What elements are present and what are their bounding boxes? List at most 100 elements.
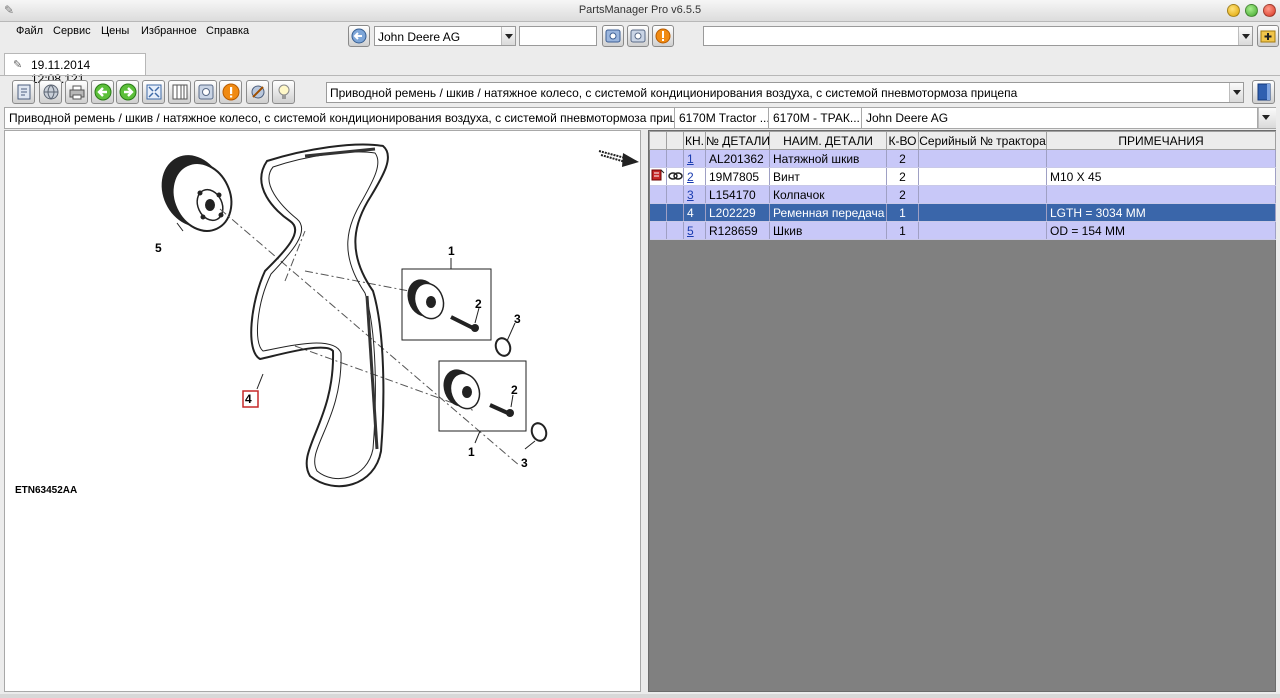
chevron-down-icon[interactable] <box>1238 27 1252 45</box>
breadcrumb-brand[interactable]: John Deere AG <box>862 108 1257 128</box>
callout-5[interactable]: 5 <box>155 241 162 255</box>
callout-2-upper[interactable]: 2 <box>475 297 482 311</box>
chevron-down-icon[interactable] <box>1258 108 1276 128</box>
manufacturer-select[interactable]: John Deere AG <box>374 26 516 46</box>
part-serial <box>918 203 1047 222</box>
callout-3-upper[interactable]: 3 <box>514 312 521 326</box>
minimize-button[interactable] <box>1227 4 1240 17</box>
part-serial <box>918 221 1047 240</box>
breadcrumb-model-ru[interactable]: 6170M - ТРАК... <box>769 108 862 128</box>
kn-link[interactable]: 1 <box>687 152 694 166</box>
maximize-button[interactable] <box>1245 4 1258 17</box>
parts-drawing: 5 1 2 3 4 2 1 3 <box>150 143 639 488</box>
belt-drawing[interactable] <box>250 143 389 488</box>
table-header: КН. № ДЕТАЛИ НАИМ. ДЕТАЛИ К-ВО Серийный … <box>649 131 1276 150</box>
pulley-drawing[interactable] <box>150 145 242 241</box>
col-header-part-name[interactable]: НАИМ. ДЕТАЛИ <box>769 131 887 150</box>
table-row[interactable]: 5 R128659 Шкив 1 OD = 154 MM <box>649 221 1276 240</box>
col-header-qty[interactable]: К-ВО <box>886 131 919 150</box>
search-parts-button[interactable] <box>194 80 217 104</box>
chevron-down-icon[interactable] <box>501 27 515 45</box>
part-number: 19M7805 <box>705 167 770 186</box>
tab-session[interactable]: ✎ 19.11.2014 12:08.121 <box>4 53 146 86</box>
pointer-arrow-icon <box>598 150 639 167</box>
kn-link[interactable]: 4 <box>687 206 694 220</box>
part-name: Ременная передача <box>769 203 887 222</box>
search-input[interactable] <box>519 26 597 46</box>
info-button[interactable] <box>652 25 674 47</box>
book-icon <box>17 84 31 100</box>
callout-3-lower[interactable]: 3 <box>521 456 528 470</box>
parts-table-panel: КН. № ДЕТАЛИ НАИМ. ДЕТАЛИ К-ВО Серийный … <box>648 130 1276 692</box>
table-row[interactable]: 3 L154170 Колпачок 2 <box>649 185 1276 204</box>
part-note: OD = 154 MM <box>1046 221 1276 240</box>
note-flag-icon[interactable] <box>651 169 665 181</box>
menu-favorites[interactable]: Избранное <box>141 25 197 37</box>
part-qty: 2 <box>886 167 919 186</box>
add-folder-icon <box>1260 30 1276 43</box>
settings-button[interactable] <box>246 80 269 104</box>
callout-4[interactable]: 4 <box>245 392 252 406</box>
arrow-right-icon <box>119 83 137 101</box>
col-header-link <box>666 131 684 150</box>
notes-button[interactable] <box>1252 80 1275 104</box>
print-button[interactable] <box>65 80 88 104</box>
part-name: Винт <box>769 167 887 186</box>
diagram-code: ETN63452AA <box>15 485 78 496</box>
parts-table: КН. № ДЕТАЛИ НАИМ. ДЕТАЛИ К-ВО Серийный … <box>649 131 1276 240</box>
part-note: LGTH = 3034 MM <box>1046 203 1276 222</box>
breadcrumb-model[interactable]: 6170M Tractor ... <box>675 108 769 128</box>
callout-1-upper[interactable]: 1 <box>448 244 455 258</box>
col-header-part-number[interactable]: № ДЕТАЛИ <box>705 131 770 150</box>
alert-button[interactable] <box>219 80 242 104</box>
global-search-combo[interactable] <box>703 26 1253 46</box>
part-serial <box>918 149 1047 168</box>
advanced-search-button[interactable] <box>627 25 649 47</box>
add-button[interactable] <box>1257 25 1279 47</box>
columns-icon <box>172 84 188 100</box>
manufacturer-value: John Deere AG <box>378 30 461 44</box>
breadcrumb-dropdown[interactable] <box>1257 108 1276 128</box>
callout-1-lower[interactable]: 1 <box>468 445 475 459</box>
window-title: PartsManager Pro v6.5.5 <box>578 4 702 16</box>
callout-2-lower[interactable]: 2 <box>511 383 518 397</box>
part-number: AL201362 <box>705 149 770 168</box>
globe-button[interactable] <box>39 80 62 104</box>
menu-prices[interactable]: Цены <box>101 25 129 37</box>
table-row[interactable]: 2 19M7805 Винт 2 M10 X 45 <box>649 167 1276 186</box>
chevron-down-icon[interactable] <box>1229 83 1243 102</box>
back-button[interactable] <box>91 80 114 104</box>
home-button[interactable] <box>348 25 370 47</box>
kn-link[interactable]: 3 <box>687 188 694 202</box>
col-header-flag <box>649 131 667 150</box>
menu-service[interactable]: Сервис <box>53 25 91 37</box>
fit-view-button[interactable] <box>142 80 165 104</box>
tensioner-upper-drawing[interactable] <box>402 275 512 358</box>
hint-button[interactable] <box>272 80 295 104</box>
chain-link-icon[interactable] <box>668 171 683 181</box>
kn-link[interactable]: 2 <box>687 170 694 184</box>
menu-help[interactable]: Справка <box>206 25 249 37</box>
table-row-selected[interactable]: 4 L202229 Ременная передача 1 LGTH = 303… <box>649 203 1276 222</box>
col-header-notes[interactable]: ПРИМЕЧАНИЯ <box>1046 131 1276 150</box>
search-button[interactable] <box>602 25 624 47</box>
col-header-serial[interactable]: Серийный № трактора <box>918 131 1047 150</box>
tab-strip-line <box>0 75 1280 76</box>
globe-icon <box>43 84 59 100</box>
part-qty: 1 <box>886 221 919 240</box>
columns-button[interactable] <box>168 80 191 104</box>
status-strip <box>0 694 1280 698</box>
catalog-button[interactable] <box>12 80 35 104</box>
part-qty: 2 <box>886 185 919 204</box>
col-header-kn[interactable]: КН. <box>683 131 706 150</box>
group-select[interactable]: Приводной ремень / шкив / натяжное колес… <box>326 82 1244 103</box>
close-button[interactable] <box>1263 4 1276 17</box>
kn-link[interactable]: 5 <box>687 224 694 238</box>
group-select-value: Приводной ремень / шкив / натяжное колес… <box>330 86 1018 100</box>
breadcrumb-group[interactable]: Приводной ремень / шкив / натяжное колес… <box>5 108 675 128</box>
table-row[interactable]: 1 AL201362 Натяжной шкив 2 <box>649 149 1276 168</box>
menu-file[interactable]: Файл <box>16 25 43 37</box>
part-name: Натяжной шкив <box>769 149 887 168</box>
alert-icon <box>222 83 240 101</box>
forward-button[interactable] <box>116 80 139 104</box>
